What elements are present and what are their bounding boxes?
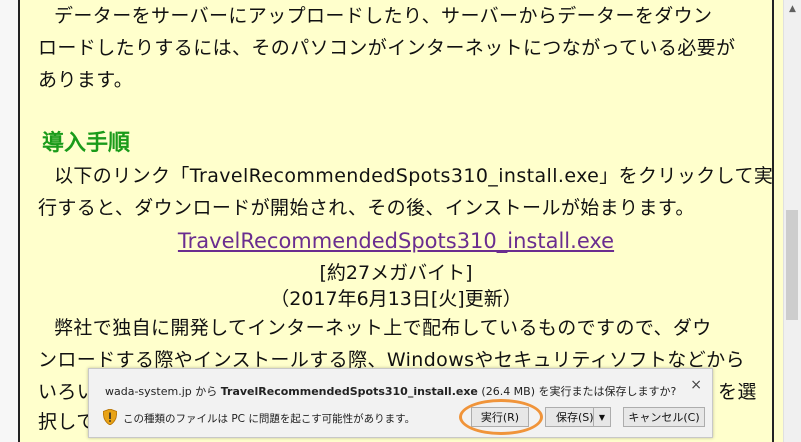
save-label: 保存(S)	[556, 411, 594, 424]
paragraph-line: ロードしたりするには、そのパソコンがインターネットにつながっている必要が	[38, 37, 736, 59]
paragraph-line-tail: を選	[718, 381, 757, 403]
chevron-down-icon[interactable]: ▼	[593, 408, 610, 426]
date-note: （2017年6月13日[火]更新）	[270, 288, 522, 310]
download-from: から	[191, 385, 221, 398]
paragraph-line: 以下のリンク「TravelRecommendedSpots310_install…	[54, 165, 774, 187]
cancel-button[interactable]: キャンセル(C)	[623, 407, 705, 427]
shield-warning-icon	[103, 409, 117, 425]
save-button[interactable]: 保存(S) ▼	[545, 407, 611, 427]
section-heading: 導入手順	[42, 131, 131, 156]
download-link[interactable]: TravelRecommendedSpots310_install.exe	[20, 229, 772, 253]
download-filename: TravelRecommendedSpots310_install.exe	[220, 385, 478, 398]
download-warning: この種類のファイルは PC に問題を起こす可能性があります。	[123, 413, 416, 425]
download-notification-bar: wada-system.jp から TravelRecommendedSpots…	[88, 368, 713, 438]
paragraph-line: 行すると、ダウンロードが開始され、その後、インストールが始まります。	[38, 197, 695, 219]
paragraph-line: あります。	[38, 69, 134, 91]
scroll-up-arrow-icon[interactable]: ▲	[784, 0, 801, 17]
size-note: [約27メガバイト]	[319, 262, 473, 284]
download-site: wada-system.jp	[105, 385, 192, 398]
highlight-circle	[459, 399, 543, 435]
paragraph-line: 弊社で独自に開発してインターネット上で配布しているものですので、ダウ	[54, 317, 712, 339]
download-size: (26.4 MB)	[477, 385, 539, 398]
left-frame	[0, 0, 19, 442]
download-message: wada-system.jp から TravelRecommendedSpots…	[105, 383, 676, 399]
download-question: を実行または保存しますか?	[538, 385, 677, 398]
scroll-thumb[interactable]	[786, 210, 798, 320]
close-icon[interactable]: ×	[690, 377, 702, 393]
paragraph-line: データーをサーバーにアップロードしたり、サーバーからデーターをダウン	[54, 5, 713, 27]
